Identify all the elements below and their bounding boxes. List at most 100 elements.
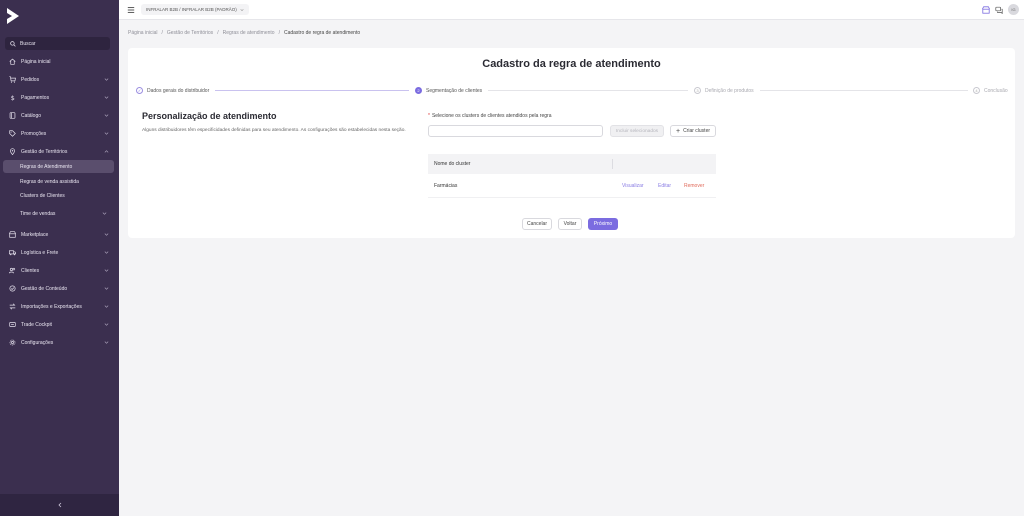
gear-icon: [9, 339, 16, 346]
next-button[interactable]: Próximo: [588, 218, 618, 230]
step-number: 2: [415, 87, 422, 94]
dollar-icon: $: [9, 94, 16, 101]
home-icon: [9, 58, 16, 65]
include-selected-button[interactable]: Incluir selecionados: [610, 125, 664, 137]
avatar[interactable]: IG: [1008, 4, 1019, 15]
sidebar-subitem-service-rules[interactable]: Regras de Atendimento: [3, 160, 114, 173]
sidebar-item-label: Configurações: [21, 339, 54, 346]
sidebar-item-label: Trade Cockpit: [21, 321, 52, 328]
cockpit-icon: [9, 321, 16, 328]
cluster-name-cell: Farmácias: [434, 182, 458, 189]
sidebar-item-marketplace[interactable]: Marketplace: [0, 228, 119, 241]
breadcrumb-home[interactable]: Página inicial: [128, 30, 157, 36]
cancel-button[interactable]: Cancelar: [522, 218, 552, 230]
stepper-line: [215, 90, 409, 91]
sidebar-subitem-label: Clusters de Clientes: [20, 192, 65, 199]
chevron-down-icon: [102, 212, 107, 215]
users-icon: [9, 267, 16, 274]
breadcrumb-territories[interactable]: Gestão de Territórios: [167, 30, 213, 36]
chevron-down-icon: [104, 287, 109, 290]
stepper-step-segmentation[interactable]: 2 Segmentação de clientes: [415, 87, 482, 94]
column-divider: [612, 159, 613, 169]
stepper-step-products[interactable]: 3 Definição de produtos: [694, 87, 754, 94]
chevron-down-icon: [104, 305, 109, 308]
step-label: Dados gerais do distribuidor: [147, 87, 210, 94]
sidebar-item-label: Gestão de Conteúdo: [21, 285, 68, 292]
sidebar-item-label: Importações e Exportações: [21, 303, 82, 310]
breadcrumb: Página inicial / Gestão de Territórios / R…: [128, 30, 360, 36]
chevron-down-icon: [104, 132, 109, 135]
sidebar-subitem-sales-team[interactable]: Time de vendas: [3, 207, 114, 220]
cluster-select-input[interactable]: [428, 125, 603, 137]
sidebar-item-payments[interactable]: $ Pagamentos: [0, 91, 119, 104]
map-pin-icon: [9, 148, 16, 155]
tag-icon: [9, 130, 16, 137]
chevron-down-icon: [104, 233, 109, 236]
sidebar-item-content[interactable]: Gestão de Conteúdo: [0, 282, 119, 295]
sidebar-subitem-label: Time de vendas: [20, 210, 56, 217]
back-button[interactable]: Voltar: [558, 218, 582, 230]
sidebar-item-territories[interactable]: Gestão de Territórios: [0, 145, 119, 158]
remove-link[interactable]: Remover: [684, 183, 704, 189]
store-icon: [9, 231, 16, 238]
page-title: Cadastro da regra de atendimento: [482, 58, 661, 70]
sidebar-collapse-button[interactable]: [0, 494, 119, 516]
sidebar-item-customers[interactable]: Clientes: [0, 264, 119, 277]
sidebar-item-label: Logística e Frete: [21, 249, 59, 256]
chevron-down-icon: [104, 96, 109, 99]
sidebar-item-promotions[interactable]: Promoções: [0, 127, 119, 140]
chevron-down-icon: [104, 114, 109, 117]
breadcrumb-service-rules[interactable]: Regras de atendimento: [223, 30, 275, 36]
chevron-down-icon: [104, 251, 109, 254]
sidebar-item-trade-cockpit[interactable]: Trade Cockpit: [0, 318, 119, 331]
tenant-selector[interactable]: INFRALAR B2B / INFRALAR B2B (PADRÃO): [141, 4, 249, 15]
sidebar-item-catalog[interactable]: Catálogo: [0, 109, 119, 122]
cluster-field-label-text: Selecione os clusters de clientes atendi…: [431, 113, 552, 119]
transfer-icon: [9, 303, 16, 310]
edit-link[interactable]: Editar: [658, 183, 671, 189]
breadcrumb-separator: /: [278, 30, 280, 36]
step-label: Segmentação de clientes: [426, 87, 483, 94]
required-marker: *: [428, 113, 430, 119]
step-number: 3: [694, 87, 701, 94]
table-header: Nome do cluster: [428, 154, 716, 174]
stepper-step-conclusion[interactable]: 4 Conclusão: [973, 87, 1008, 94]
view-link[interactable]: Visualizar: [622, 183, 644, 189]
stepper-step-general[interactable]: ✓ Dados gerais do distribuidor: [136, 87, 209, 94]
sidebar-subitem-customer-clusters[interactable]: Clusters de Clientes: [3, 189, 114, 202]
chat-icon[interactable]: [995, 6, 1003, 14]
sidebar-item-home[interactable]: Página inicial: [0, 55, 119, 68]
content-icon: [9, 285, 16, 292]
cart-icon: [9, 76, 16, 83]
step-number: 4: [973, 87, 980, 94]
section-title: Personalização de atendimento: [142, 111, 277, 121]
breadcrumb-separator: /: [161, 30, 163, 36]
chevron-up-icon: [104, 150, 109, 153]
create-cluster-button[interactable]: + Criar cluster: [670, 125, 716, 137]
clusters-table: Nome do cluster Farmácias Visualizar Edi…: [428, 154, 716, 198]
svg-text:$: $: [11, 95, 15, 101]
sidebar-item-orders[interactable]: Pedidos: [0, 73, 119, 86]
sidebar-subitem-label: Regras de venda assistida: [20, 178, 79, 185]
search-icon: [10, 40, 16, 47]
sidebar-item-settings[interactable]: Configurações: [0, 336, 119, 349]
chevron-down-icon: [104, 341, 109, 344]
sidebar-item-logistics[interactable]: Logística e Frete: [0, 246, 119, 259]
breadcrumb-current: Cadastro de regra de atendimento: [283, 30, 361, 36]
hamburger-menu-icon[interactable]: [127, 6, 135, 14]
sidebar-item-label: Promoções: [21, 130, 47, 137]
sidebar-item-label: Página inicial: [21, 58, 51, 65]
chevron-down-icon: [240, 8, 244, 11]
cluster-field-label: * Selecione os clusters de clientes atend…: [428, 113, 551, 119]
step-label: Definição de produtos: [705, 87, 754, 94]
sidebar-search[interactable]: Buscar: [5, 37, 110, 50]
form-card: Cadastro da regra de atendimento ✓ Dados…: [128, 48, 1015, 238]
sidebar-item-import-export[interactable]: Importações e Exportações: [0, 300, 119, 313]
sidebar-subitem-assisted-sales[interactable]: Regras de venda assistida: [3, 175, 114, 188]
sidebar: Buscar Página inicial Pedidos $ Pagament…: [0, 0, 119, 516]
brand-logo[interactable]: [6, 7, 20, 25]
store-icon[interactable]: [982, 6, 990, 14]
sidebar-item-label: Marketplace: [21, 231, 49, 238]
create-cluster-label: Criar cluster: [683, 128, 711, 134]
table-row: Farmácias Visualizar Editar Remover: [428, 174, 716, 198]
